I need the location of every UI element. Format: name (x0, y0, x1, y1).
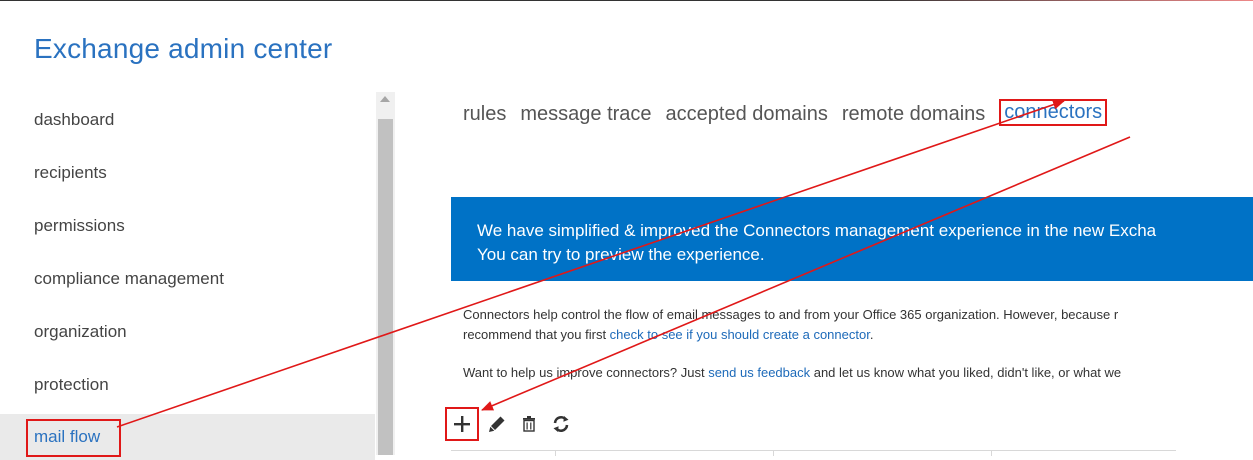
sidebar-item-label: permissions (34, 216, 125, 235)
window-top-border (0, 0, 1253, 1)
sidebar-item-label: dashboard (34, 110, 115, 129)
connectors-description: Connectors help control the flow of emai… (463, 305, 1253, 345)
tab-rules[interactable]: rules (463, 103, 506, 126)
add-button[interactable] (445, 407, 479, 441)
refresh-button[interactable] (545, 408, 577, 440)
banner-line-1: We have simplified & improved the Connec… (477, 221, 1157, 240)
edit-button[interactable] (481, 408, 513, 440)
feedback-prefix: Want to help us improve connectors? Just (463, 365, 709, 380)
check-connector-link[interactable]: check to see if you should create a conn… (610, 327, 870, 342)
feedback-text: Want to help us improve connectors? Just… (463, 365, 1253, 380)
sidebar-item-label: recipients (34, 163, 107, 182)
sidebar-item-label: mail flow (34, 427, 101, 446)
sidebar-scrollbar[interactable] (376, 92, 395, 455)
tab-remote-domains[interactable]: remote domains (842, 103, 985, 126)
scroll-up-arrow-icon[interactable] (380, 96, 390, 102)
description-text: recommend that you first (463, 327, 610, 342)
tab-accepted-domains[interactable]: accepted domains (666, 103, 828, 126)
sidebar-nav: dashboard recipients permissions complia… (0, 90, 375, 460)
sidebar-item-recipients[interactable]: recipients (0, 150, 375, 196)
edit-icon (489, 416, 505, 432)
table-column-divider (773, 451, 774, 456)
connectors-table-header (451, 450, 1176, 456)
refresh-icon (553, 416, 569, 432)
sidebar-item-compliance-management[interactable]: compliance management (0, 256, 375, 302)
table-column-divider (991, 451, 992, 456)
description-text: . (869, 327, 874, 342)
sidebar-item-protection[interactable]: protection (0, 362, 375, 408)
tab-connectors[interactable]: connectors (999, 99, 1108, 126)
preview-banner[interactable]: We have simplified & improved the Connec… (451, 197, 1253, 281)
mail-flow-tabs: rules message trace accepted domains rem… (463, 99, 1121, 126)
delete-icon (523, 416, 535, 432)
sidebar-item-label: protection (34, 375, 109, 394)
sidebar-item-mail-flow[interactable]: mail flow (0, 414, 375, 460)
banner-line-2: You can try to preview the experience. (477, 245, 765, 264)
app-title: Exchange admin center (34, 33, 333, 64)
connectors-toolbar (445, 407, 577, 441)
description-line-1: Connectors help control the flow of emai… (463, 307, 1119, 322)
sidebar-item-organization[interactable]: organization (0, 309, 375, 355)
delete-button[interactable] (513, 408, 545, 440)
sidebar-item-dashboard[interactable]: dashboard (0, 97, 375, 143)
sidebar-item-label: compliance management (34, 269, 224, 288)
add-icon (454, 416, 470, 432)
sidebar-item-label: organization (34, 322, 127, 341)
send-feedback-link[interactable]: send us feedback (708, 365, 810, 380)
scrollbar-thumb[interactable] (378, 119, 393, 455)
description-line-2: recommend that you first check to see if… (463, 325, 1253, 345)
feedback-suffix: and let us know what you liked, didn't l… (810, 365, 1122, 380)
table-column-divider (555, 451, 556, 456)
sidebar-item-permissions[interactable]: permissions (0, 203, 375, 249)
tab-message-trace[interactable]: message trace (520, 103, 651, 126)
